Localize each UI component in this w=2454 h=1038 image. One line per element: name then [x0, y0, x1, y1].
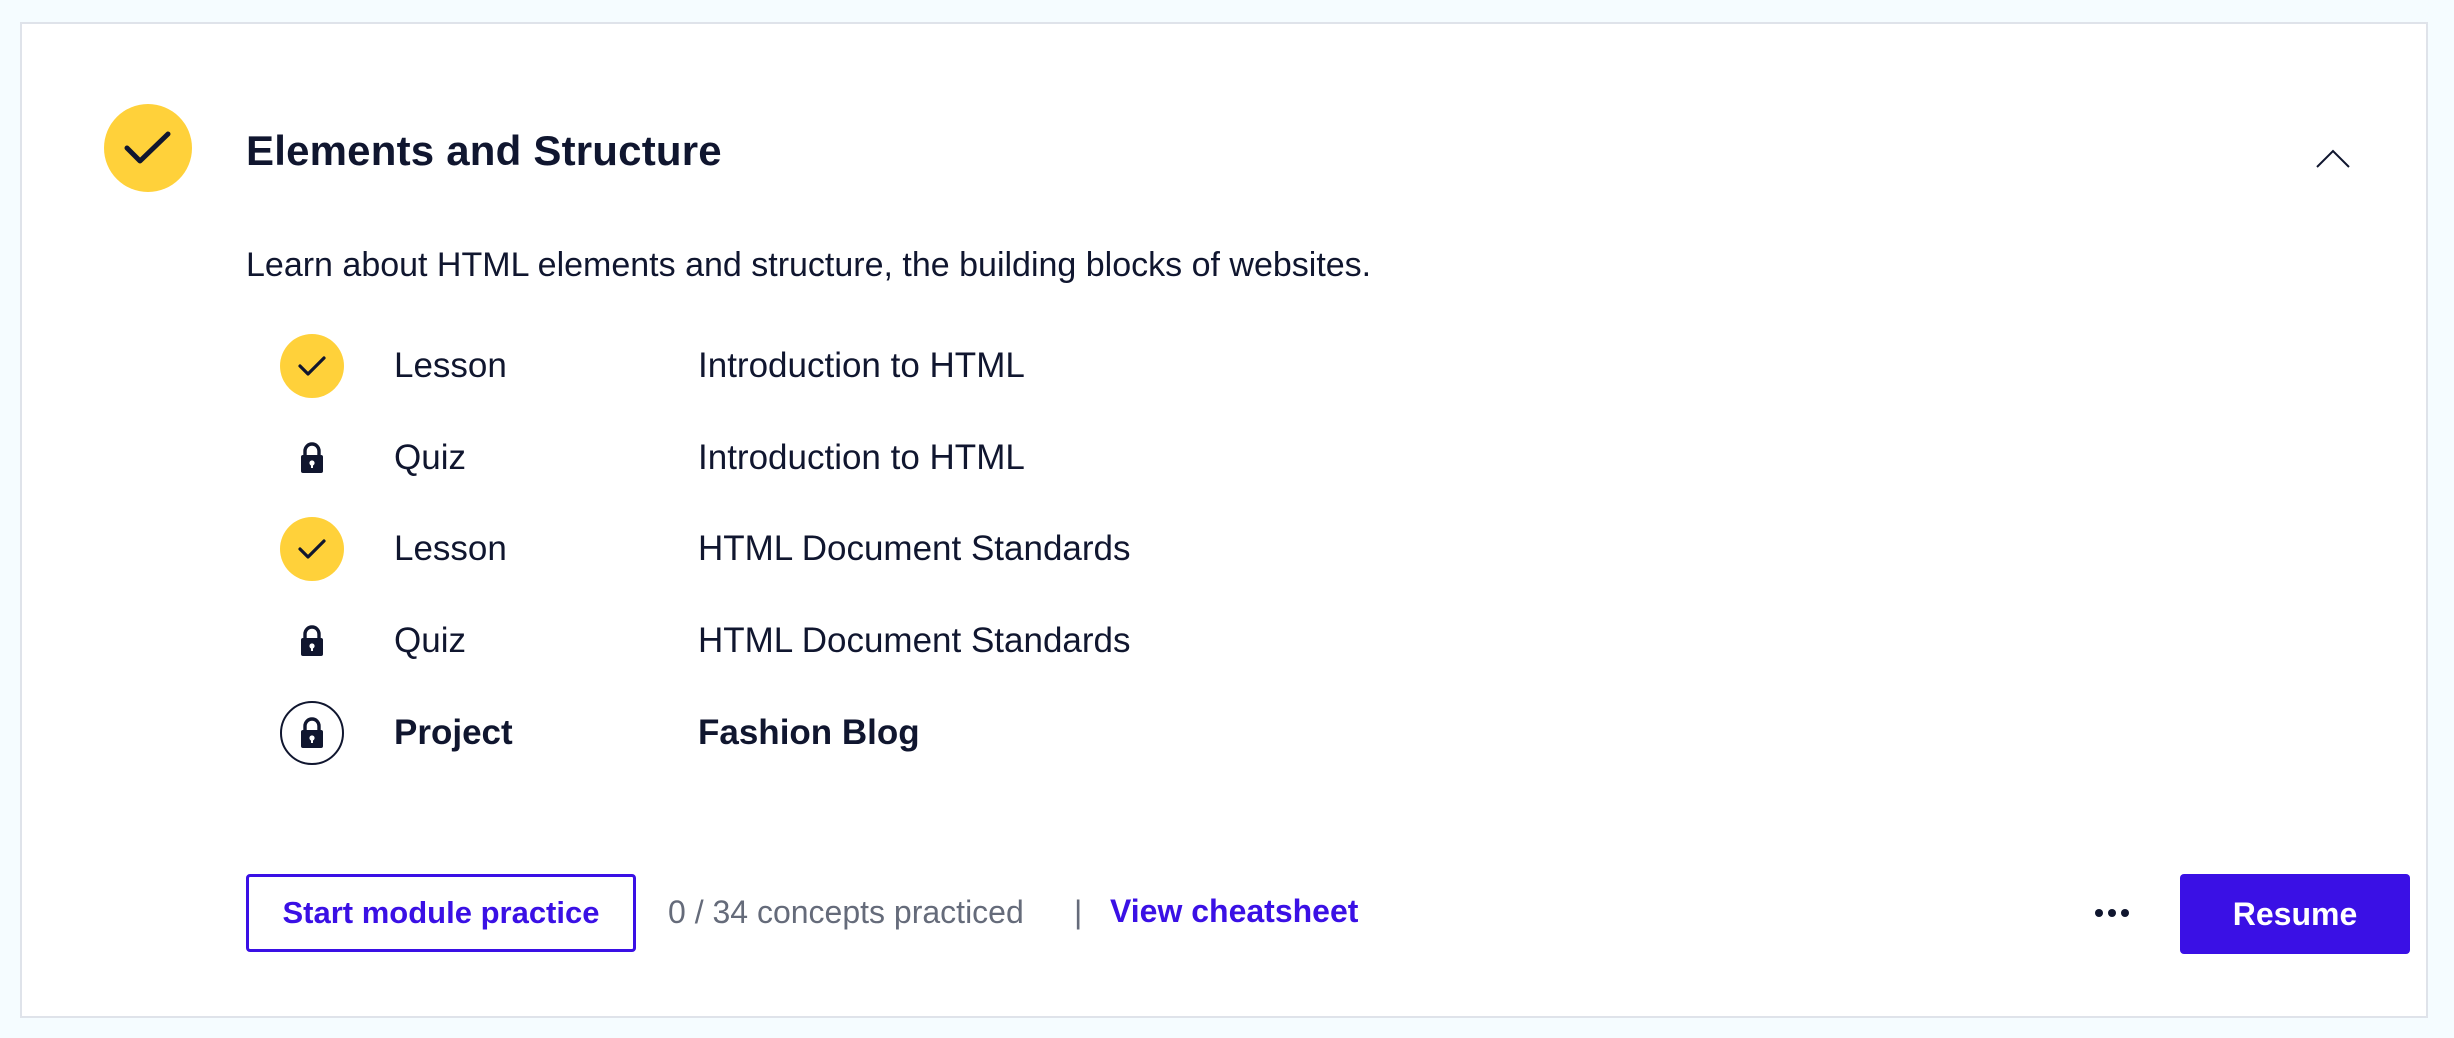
- ellipsis-icon[interactable]: [2084, 893, 2140, 933]
- chevron-up-icon: [2316, 149, 2350, 168]
- item-name: HTML Document Standards: [698, 529, 1131, 568]
- lock-icon: [280, 426, 344, 490]
- dot: [2095, 909, 2103, 917]
- dot: [2108, 909, 2116, 917]
- module-card: Elements and Structure Learn about HTML …: [20, 22, 2428, 1018]
- item-type: Project: [394, 713, 513, 752]
- item-type: Quiz: [394, 621, 466, 660]
- lock-icon: [280, 609, 344, 673]
- item-name: Introduction to HTML: [698, 438, 1025, 477]
- module-item-quiz-standards[interactable]: Quiz HTML Document Standards: [280, 606, 1131, 676]
- dot: [2121, 909, 2129, 917]
- item-name: Fashion Blog: [698, 713, 920, 752]
- module-item-project-fashion-blog[interactable]: Project Fashion Blog: [280, 698, 920, 768]
- footer-divider: |: [1074, 894, 1083, 930]
- check-icon: [280, 517, 344, 581]
- item-type: Lesson: [394, 346, 507, 385]
- collapse-toggle[interactable]: [2308, 144, 2358, 174]
- resume-button[interactable]: Resume: [2180, 874, 2410, 954]
- concepts-progress-text: 0 / 34 concepts practiced: [668, 894, 1024, 930]
- module-item-lesson-standards[interactable]: Lesson HTML Document Standards: [280, 514, 1131, 584]
- start-module-practice-button[interactable]: Start module practice: [246, 874, 636, 952]
- item-name: HTML Document Standards: [698, 621, 1131, 660]
- module-complete-check-icon: [104, 104, 192, 192]
- module-description: Learn about HTML elements and structure,…: [246, 246, 1372, 284]
- check-icon: [280, 334, 344, 398]
- item-name: Introduction to HTML: [698, 346, 1025, 385]
- lock-icon: [280, 701, 344, 765]
- module-title: Elements and Structure: [246, 127, 722, 174]
- item-type: Quiz: [394, 438, 466, 477]
- view-cheatsheet-link[interactable]: View cheatsheet: [1110, 893, 1358, 930]
- module-item-lesson-intro[interactable]: Lesson Introduction to HTML: [280, 331, 1025, 401]
- module-item-quiz-intro[interactable]: Quiz Introduction to HTML: [280, 423, 1025, 493]
- item-type: Lesson: [394, 529, 507, 568]
